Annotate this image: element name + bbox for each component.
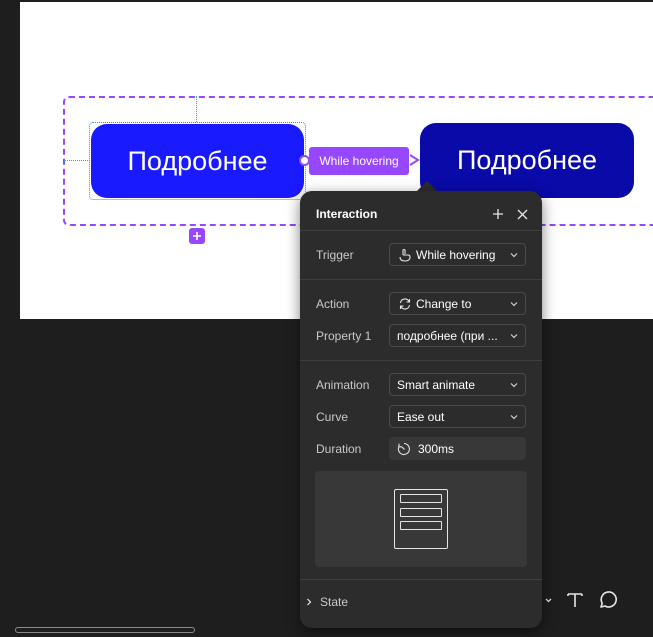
smart-guide-vertical bbox=[196, 96, 197, 122]
duration-label: Duration bbox=[316, 441, 362, 456]
hover-hand-icon bbox=[397, 247, 413, 263]
divider bbox=[300, 579, 542, 580]
trigger-dropdown[interactable]: While hovering bbox=[389, 243, 526, 266]
bottom-toolbar bbox=[530, 584, 618, 616]
animation-value: Smart animate bbox=[397, 377, 476, 392]
property-dropdown[interactable]: подробнее (при ... bbox=[389, 324, 526, 347]
duration-value: 300ms bbox=[418, 441, 455, 456]
add-variant-button[interactable] bbox=[189, 228, 205, 244]
smart-guide-horizontal bbox=[64, 160, 90, 161]
curve-row: Curve Ease out bbox=[316, 405, 526, 428]
trigger-value: While hovering bbox=[416, 247, 496, 262]
property-value: подробнее (при ... bbox=[397, 328, 498, 343]
timer-icon bbox=[396, 441, 412, 457]
chevron-right-icon bbox=[306, 598, 316, 606]
chevron-down-icon bbox=[509, 333, 519, 339]
panel-header: Interaction bbox=[316, 205, 530, 223]
text-tool-icon[interactable] bbox=[566, 591, 584, 609]
divider bbox=[300, 279, 542, 280]
divider bbox=[300, 230, 542, 231]
curve-dropdown[interactable]: Ease out bbox=[389, 405, 526, 428]
preview-frame-icon bbox=[394, 489, 448, 549]
chevron-down-icon bbox=[509, 301, 519, 307]
property-row: Property 1 подробнее (при ... bbox=[316, 324, 526, 347]
plus-icon bbox=[193, 232, 201, 240]
swap-arrows-icon bbox=[397, 296, 413, 312]
trigger-label: Trigger bbox=[316, 247, 354, 262]
animation-dropdown[interactable]: Smart animate bbox=[389, 373, 526, 396]
animation-preview bbox=[315, 471, 527, 567]
variant-hover-button[interactable]: Подробнее bbox=[420, 123, 634, 198]
horizontal-scrollbar[interactable] bbox=[15, 627, 195, 633]
chevron-down-icon bbox=[509, 252, 519, 258]
action-label: Action bbox=[316, 296, 350, 311]
chevron-down-icon bbox=[509, 414, 519, 420]
action-row: Action Change to bbox=[316, 292, 526, 315]
close-icon[interactable] bbox=[514, 206, 530, 222]
selection-box bbox=[89, 122, 306, 200]
interaction-panel: Interaction Trigger While hovering Actio… bbox=[300, 191, 542, 628]
comment-tool-icon[interactable] bbox=[598, 590, 618, 610]
divider bbox=[300, 360, 542, 361]
curve-value: Ease out bbox=[397, 409, 445, 424]
duration-row: Duration 300ms bbox=[316, 437, 526, 460]
property-label: Property 1 bbox=[316, 328, 372, 343]
state-section-toggle[interactable]: State bbox=[306, 595, 348, 609]
curve-label: Curve bbox=[316, 409, 349, 424]
connection-arrow-icon bbox=[408, 153, 422, 167]
duration-input[interactable]: 300ms bbox=[389, 437, 526, 460]
chevron-down-icon bbox=[509, 382, 519, 388]
action-value: Change to bbox=[416, 296, 472, 311]
plus-icon[interactable] bbox=[490, 206, 506, 222]
state-label: State bbox=[320, 595, 349, 609]
action-dropdown[interactable]: Change to bbox=[389, 292, 526, 315]
animation-label: Animation bbox=[316, 377, 370, 392]
panel-title: Interaction bbox=[316, 207, 378, 221]
connection-trigger-label[interactable]: While hovering bbox=[309, 147, 409, 175]
animation-row: Animation Smart animate bbox=[316, 373, 526, 396]
trigger-row: Trigger While hovering bbox=[316, 243, 526, 266]
